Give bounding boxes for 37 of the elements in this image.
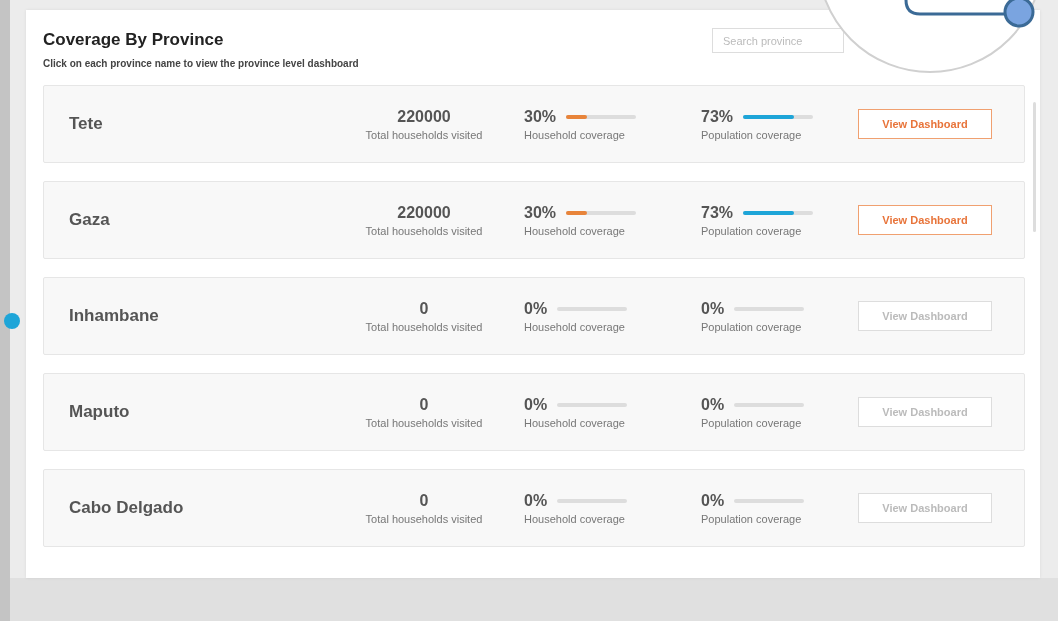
coverage-label: Household coverage: [524, 416, 625, 429]
coverage-percent: 73%: [701, 203, 734, 222]
total-label: Total households visited: [365, 416, 483, 429]
coverage-percent: 0%: [701, 299, 725, 318]
total-label: Total households visited: [365, 128, 483, 141]
scrollbar[interactable]: [1033, 102, 1036, 232]
total-value: 0: [419, 491, 429, 510]
coverage-percent: 73%: [701, 107, 734, 126]
coverage-label: Population coverage: [701, 224, 802, 237]
coverage-label: Household coverage: [524, 128, 625, 141]
coverage-label: Population coverage: [701, 416, 802, 429]
total-value: 220000: [397, 203, 451, 222]
coverage-percent: 0%: [701, 395, 725, 414]
panel-subtitle: Click on each province name to view the province level dashboard: [43, 58, 359, 69]
total-label: Total households visited: [365, 512, 483, 525]
search-field[interactable]: Search province: [712, 28, 844, 53]
coverage-label: Population coverage: [701, 320, 802, 333]
panel-title: Coverage By Province: [43, 30, 225, 50]
coverage-label: Population coverage: [701, 512, 802, 525]
coverage-label: Population coverage: [701, 128, 802, 141]
total-value: 0: [419, 299, 429, 318]
coverage-label: Household coverage: [524, 224, 625, 237]
coverage-percent: 0%: [524, 395, 548, 414]
total-value: 220000: [397, 107, 451, 126]
coverage-percent: 0%: [524, 491, 548, 510]
coverage-percent: 0%: [524, 299, 548, 318]
coverage-percent: 30%: [524, 107, 557, 126]
coverage-label: Household coverage: [524, 512, 625, 525]
coverage-percent: 30%: [524, 203, 557, 222]
total-label: Total households visited: [365, 224, 483, 237]
connector-dot-icon: [1, 311, 23, 331]
province-name[interactable]: Gaza: [69, 210, 324, 230]
total-label: Total households visited: [365, 320, 483, 333]
coverage-percent: 0%: [701, 491, 725, 510]
coverage-label: Household coverage: [524, 320, 625, 333]
province-name[interactable]: Tete: [69, 114, 324, 134]
total-value: 0: [419, 395, 429, 414]
